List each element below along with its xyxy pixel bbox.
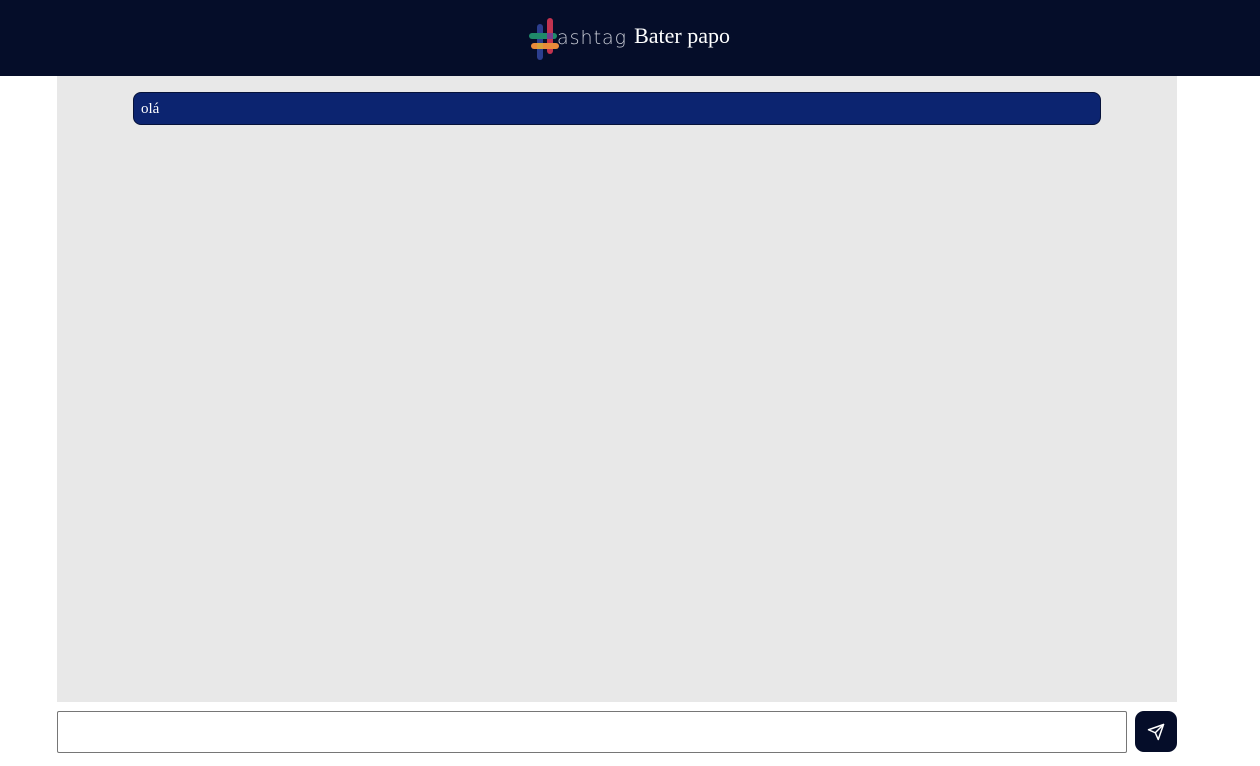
- hashtag-logo-icon: [529, 18, 559, 60]
- send-button[interactable]: [1135, 711, 1177, 752]
- send-icon: [1147, 723, 1165, 740]
- logo-wordmark: ashtag: [557, 27, 628, 49]
- app-header: ashtag Bater papo: [0, 0, 1260, 76]
- brand: ashtag Bater papo: [528, 14, 730, 62]
- chat-message: olá: [133, 92, 1101, 125]
- chat-messages-area: olá: [57, 76, 1177, 702]
- hashtag-logo: ashtag: [528, 16, 627, 62]
- message-input[interactable]: [57, 711, 1127, 753]
- page-title: Bater papo: [634, 23, 730, 48]
